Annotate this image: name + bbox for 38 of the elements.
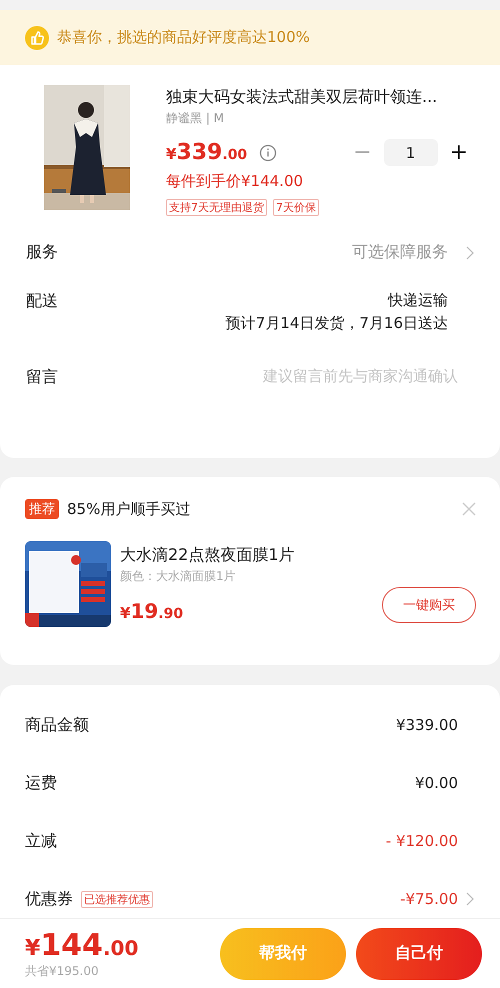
thumbs-up-icon <box>25 26 49 50</box>
info-icon[interactable] <box>259 144 278 162</box>
delivery-estimate: 预计7月14日发货，7月16日送达 <box>226 314 448 333</box>
recommend-product-variant: 颜色：大水滴面膜1片 <box>120 568 237 585</box>
shipping-method[interactable]: 快递运输 <box>388 291 448 310</box>
product-title[interactable]: 独束大码女装法式甜美双层荷叶领连... <box>166 87 474 108</box>
row-label: 服务 <box>26 242 58 263</box>
summary-label: 优惠券 <box>25 888 73 910</box>
summary-value: - ¥120.00 <box>386 832 458 850</box>
summary-label: 商品金额 <box>25 714 89 736</box>
chevron-right-icon[interactable] <box>466 892 474 906</box>
row-label: 留言 <box>26 367 58 388</box>
message-field[interactable]: 建议留言前先与商家沟通确认 <box>178 367 458 385</box>
total-price: ¥144.00 <box>25 928 138 962</box>
banner-text: 恭喜你，挑选的商品好评度高达100% <box>57 28 310 47</box>
quantity-field[interactable]: 1 <box>384 139 438 166</box>
row-label: 配送 <box>26 291 58 312</box>
service-tag: 7天价保 <box>273 199 319 216</box>
recommend-badge: 推荐 <box>25 499 59 519</box>
summary-label: 立减 <box>25 830 57 852</box>
recommend-title: 85%用户顺手买过 <box>67 500 190 518</box>
pay-button[interactable]: 自己付 <box>356 928 482 980</box>
product-price: ¥339.00 <box>166 140 248 165</box>
recommend-price: ¥19.90 <box>120 599 184 623</box>
summary-value: -¥75.00 <box>400 890 458 908</box>
close-icon[interactable] <box>462 502 476 516</box>
product-variant: 静谧黑 | M <box>166 110 226 127</box>
final-price: 每件到手价¥144.00 <box>166 172 304 191</box>
chevron-right-icon <box>466 246 474 260</box>
summary-label: 运费 <box>25 772 57 794</box>
increase-button[interactable]: + <box>444 140 474 165</box>
summary-value: ¥0.00 <box>415 774 458 792</box>
coupon-tag: 已选推荐优惠 <box>81 890 153 908</box>
summary-value: ¥339.00 <box>396 716 458 734</box>
buy-now-button[interactable]: 一键购买 <box>382 587 476 623</box>
recommend-product-name[interactable]: 大水滴22点熬夜面膜1片 <box>120 545 373 566</box>
service-tag: 支持7天无理由退货 <box>166 199 267 216</box>
savings-text: 共省¥195.00 <box>25 962 100 980</box>
